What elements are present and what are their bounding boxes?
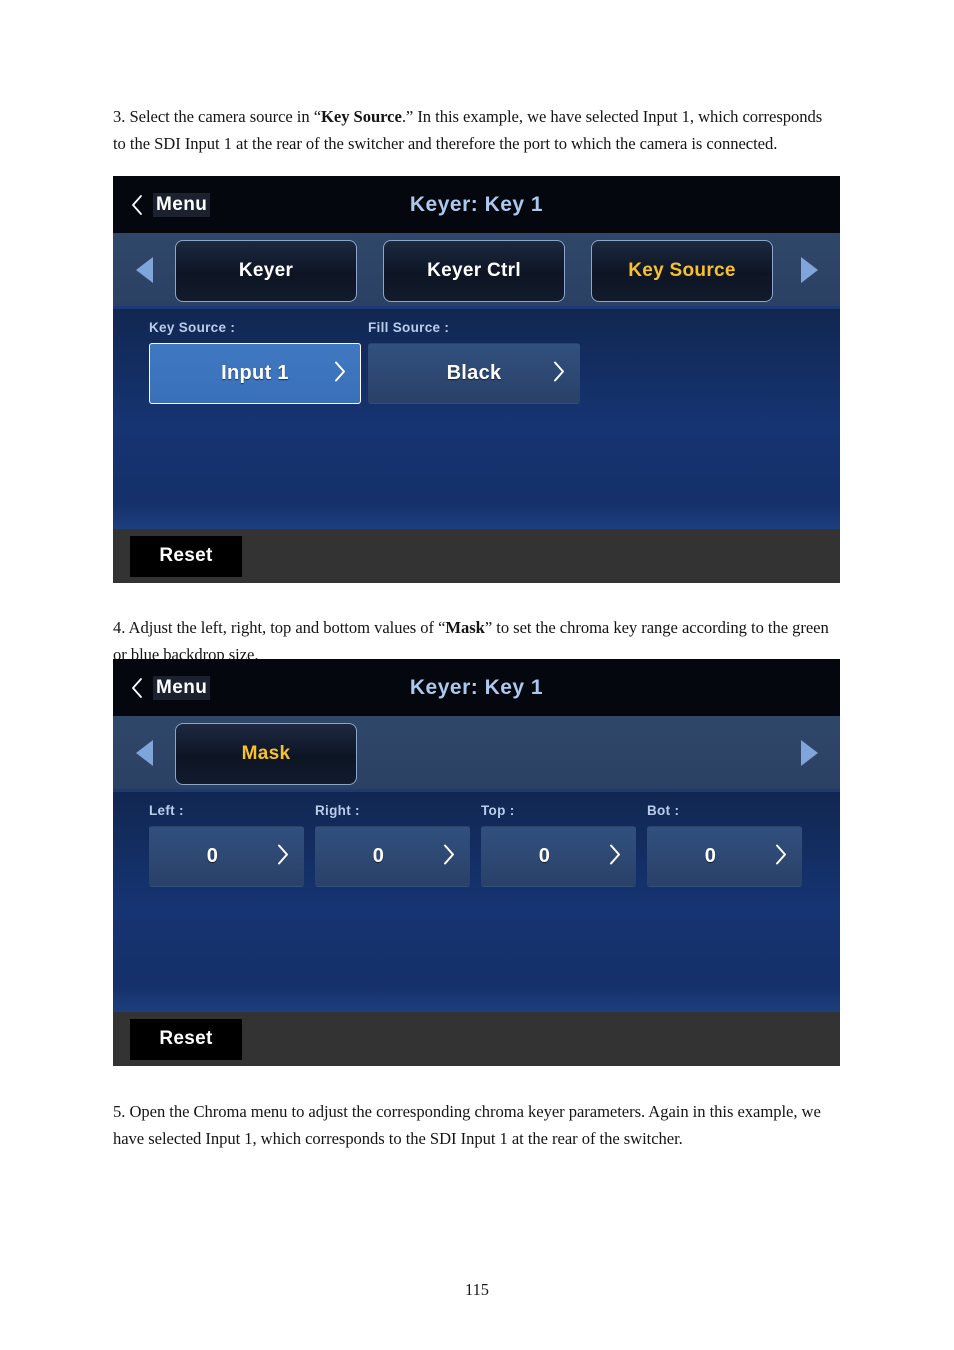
keysource-reset-bar: Reset bbox=[113, 529, 840, 583]
tab-keyer[interactable]: Keyer bbox=[175, 240, 357, 302]
paragraph-step-5-prefix: 5. Open the Chroma menu to adjust the co… bbox=[113, 1101, 821, 1149]
mask-right-label: Right : bbox=[315, 803, 360, 818]
tab-keyer-ctrl-label: Keyer Ctrl bbox=[427, 260, 521, 281]
chevron-left-icon bbox=[130, 676, 144, 700]
chevron-right-icon bbox=[333, 359, 346, 388]
paragraph-step-3-bold: Key Source bbox=[321, 106, 402, 126]
mask-titlebar: Menu Keyer: Key 1 bbox=[113, 659, 840, 716]
tab-keyer-ctrl[interactable]: Keyer Ctrl bbox=[383, 240, 565, 302]
mask-bot-label: Bot : bbox=[647, 803, 680, 818]
screenshot-keyer-key-source: Menu Keyer: Key 1 Keyer Keyer Ctrl Key S… bbox=[113, 176, 840, 583]
mask-right-value: 0 bbox=[372, 845, 385, 867]
mask-right-field: Right : 0 bbox=[315, 803, 470, 887]
key-source-label: Key Source : bbox=[149, 320, 236, 335]
paragraph-step-5: 5. Open the Chroma menu to adjust the co… bbox=[113, 1098, 835, 1153]
mask-top-field: Top : 0 bbox=[481, 803, 636, 887]
paragraph-step-4-bold: Mask bbox=[445, 617, 485, 637]
tab-key-source[interactable]: Key Source bbox=[591, 240, 773, 302]
mask-tabbar: Mask bbox=[113, 716, 840, 792]
mask-left-field: Left : 0 bbox=[149, 803, 304, 887]
document-page: 3. Select the camera source in “Key Sour… bbox=[0, 0, 954, 1350]
paragraph-step-3: 3. Select the camera source in “Key Sour… bbox=[113, 103, 835, 158]
page-number: 115 bbox=[465, 1280, 489, 1299]
fill-source-value: Black bbox=[446, 362, 502, 384]
keysource-next-page-button[interactable] bbox=[778, 256, 840, 283]
mask-back-button[interactable]: Menu bbox=[130, 675, 211, 700]
key-source-field: Key Source : Input 1 bbox=[149, 320, 361, 404]
tab-mask[interactable]: Mask bbox=[175, 723, 357, 785]
mask-top-value-button[interactable]: 0 bbox=[481, 826, 636, 887]
keysource-back-button[interactable]: Menu bbox=[130, 192, 211, 217]
triangle-right-icon bbox=[800, 256, 818, 283]
mask-bot-value: 0 bbox=[704, 845, 717, 867]
keysource-prev-page-button[interactable] bbox=[113, 256, 175, 283]
keysource-page-title: Keyer: Key 1 bbox=[409, 192, 544, 216]
keysource-titlebar: Menu Keyer: Key 1 bbox=[113, 176, 840, 233]
keysource-tab-strip: Keyer Keyer Ctrl Key Source bbox=[175, 233, 778, 306]
triangle-left-icon bbox=[135, 256, 153, 283]
screenshot-keyer-mask: Menu Keyer: Key 1 Mask Left : 0 Right: … bbox=[113, 659, 840, 1066]
mask-top-label: Top : bbox=[481, 803, 515, 818]
fill-source-value-button[interactable]: Black bbox=[368, 343, 580, 404]
tab-key-source-label: Key Source bbox=[628, 260, 736, 281]
triangle-left-icon bbox=[135, 739, 153, 766]
tab-mask-label: Mask bbox=[241, 743, 291, 764]
fill-source-field: Fill Source : Black bbox=[368, 320, 580, 404]
key-source-value-button[interactable]: Input 1 bbox=[149, 343, 361, 404]
keysource-reset-button[interactable]: Reset bbox=[130, 535, 242, 577]
mask-content: Left : 0 Right : 0 Top: 0 Bot: 0 bbox=[113, 792, 840, 1012]
keysource-back-label: Menu bbox=[153, 192, 211, 217]
mask-right-value-button[interactable]: 0 bbox=[315, 826, 470, 887]
fill-source-label: Fill Source : bbox=[368, 320, 450, 335]
mask-left-value-button[interactable]: 0 bbox=[149, 826, 304, 887]
key-source-value: Input 1 bbox=[221, 362, 289, 384]
triangle-right-icon bbox=[800, 739, 818, 766]
tab-keyer-label: Keyer bbox=[238, 260, 294, 281]
mask-bot-value-button[interactable]: 0 bbox=[647, 826, 802, 887]
mask-prev-page-button[interactable] bbox=[113, 739, 175, 766]
chevron-right-icon bbox=[442, 842, 455, 871]
paragraph-step-3-prefix: 3. Select the camera source in “ bbox=[113, 106, 322, 126]
paragraph-step-4-prefix: 4. Adjust the left, right, top and botto… bbox=[113, 617, 446, 637]
chevron-right-icon bbox=[276, 842, 289, 871]
keysource-tabbar: Keyer Keyer Ctrl Key Source bbox=[113, 233, 840, 309]
chevron-left-icon bbox=[130, 193, 144, 217]
mask-left-value: 0 bbox=[206, 845, 219, 867]
keysource-content: Key Source : Input 1 Fill Source : Black bbox=[113, 309, 840, 529]
mask-left-label: Left : bbox=[149, 803, 184, 818]
mask-page-title: Keyer: Key 1 bbox=[409, 675, 544, 699]
mask-back-label: Menu bbox=[153, 675, 211, 700]
chevron-right-icon bbox=[608, 842, 621, 871]
keysource-field-row: Key Source : Input 1 Fill Source : Black bbox=[113, 320, 840, 404]
mask-reset-button[interactable]: Reset bbox=[130, 1018, 242, 1060]
mask-bot-field: Bot : 0 bbox=[647, 803, 802, 887]
mask-next-page-button[interactable] bbox=[778, 739, 840, 766]
mask-field-row: Left : 0 Right : 0 Top: 0 Bot: 0 bbox=[113, 803, 840, 887]
chevron-right-icon bbox=[552, 359, 565, 388]
mask-reset-bar: Reset bbox=[113, 1012, 840, 1066]
mask-tab-strip: Mask bbox=[175, 716, 778, 789]
mask-top-value: 0 bbox=[538, 845, 551, 867]
chevron-right-icon bbox=[774, 842, 787, 871]
